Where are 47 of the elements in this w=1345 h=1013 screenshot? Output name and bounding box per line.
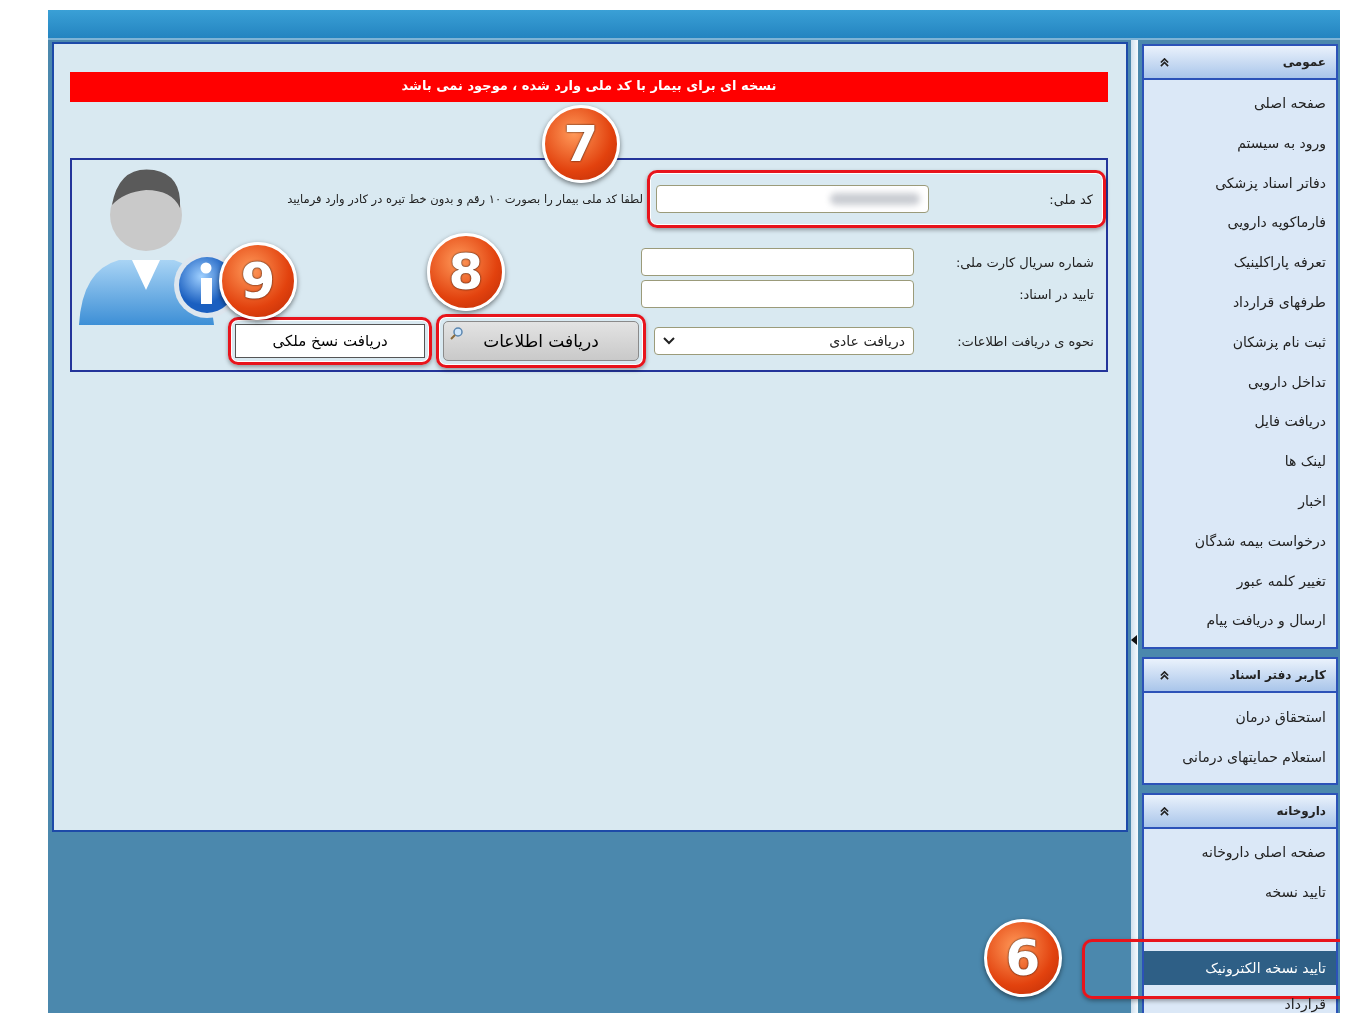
step-number-badge: 7	[542, 105, 620, 183]
panel-title: داروخانه	[1276, 804, 1326, 819]
get-info-button[interactable]: دریافت اطلاعات	[443, 321, 639, 361]
menu-item[interactable]: اخبار	[1144, 481, 1336, 522]
panel-header[interactable]: داروخانه	[1144, 795, 1336, 830]
menu-item[interactable]: ورود به سیستم	[1144, 123, 1336, 164]
menu-item[interactable]: ارسال و دریافت پیام	[1144, 601, 1336, 642]
panel-header[interactable]: عمومی	[1144, 46, 1336, 80]
collapse-icon[interactable]	[1160, 670, 1169, 680]
collapse-icon[interactable]	[1160, 57, 1169, 67]
collapse-icon[interactable]	[1160, 806, 1169, 816]
menu-item[interactable]: فارماکوپه دارویی	[1144, 203, 1336, 244]
panel-title: کاربر دفتر اسناد	[1229, 668, 1326, 683]
menu-item[interactable]: استعلام حمایتهای درمانی	[1144, 737, 1336, 778]
menu-item[interactable]: دفاتر اسناد پزشکی	[1144, 163, 1336, 204]
menu-item[interactable]: دریافت فایل	[1144, 402, 1336, 443]
menu-item[interactable]: صفحه اصلی	[1144, 84, 1336, 124]
menu-item[interactable]: لینک ها	[1144, 442, 1336, 482]
menu-item[interactable]: قرارداد	[1144, 984, 1336, 1013]
text-input[interactable]	[641, 280, 914, 308]
menu-item[interactable]: تایید نسخه	[1144, 872, 1336, 913]
menu-item[interactable]: ثبت نام پزشکان	[1144, 322, 1336, 363]
hint-text: لطفا کد ملی بیمار را بصورت ۱۰ رقم و بدون خط تیره در کادر وارد فرمایید	[287, 192, 643, 206]
menu-item[interactable]: تداخل دارویی	[1144, 362, 1336, 403]
menu-item[interactable]: درخواست بیمه شدگان	[1144, 521, 1336, 562]
menu-item[interactable]: صفحه اصلی داروخانه	[1144, 833, 1336, 873]
field-label: تایید در اسناد:	[1018, 286, 1094, 302]
menu-item[interactable]: تغییر کلمه عبور	[1144, 561, 1336, 602]
text-input[interactable]	[641, 248, 914, 276]
error-message: نسخه ای برای بیمار با کد ملی وارد شده ، موجود نمی باشد	[70, 72, 1108, 102]
field-label: نحوه ی دریافت اطلاعات:	[956, 333, 1094, 349]
panel-title: عمومی	[1282, 55, 1326, 69]
national-code-input[interactable]	[656, 185, 929, 213]
step-number-badge: 8	[427, 233, 505, 311]
menu-item[interactable]: استحقاق درمان	[1144, 697, 1336, 738]
get-prescriptions-button[interactable]: دریافت نسخ ملکی	[235, 324, 425, 358]
method-dropdown[interactable]: دریافت عادی	[654, 327, 914, 355]
menu-item[interactable]: تایید نسخه الکترونیک	[1144, 950, 1336, 985]
search-icon	[450, 326, 464, 340]
field-label: شماره سریال کارت ملی:	[954, 254, 1094, 270]
menu-item[interactable]: تعرفه پاراکلینیک	[1144, 243, 1336, 283]
step-number-badge: 9	[219, 242, 297, 320]
chevron-down-icon	[663, 337, 675, 345]
field-label: کد ملی:	[1048, 191, 1093, 207]
panel-header[interactable]: کاربر دفتر اسناد	[1144, 659, 1336, 694]
menu-item[interactable]: طرفهای قرارداد	[1144, 283, 1336, 323]
step-number-badge: 6	[984, 918, 1062, 997]
